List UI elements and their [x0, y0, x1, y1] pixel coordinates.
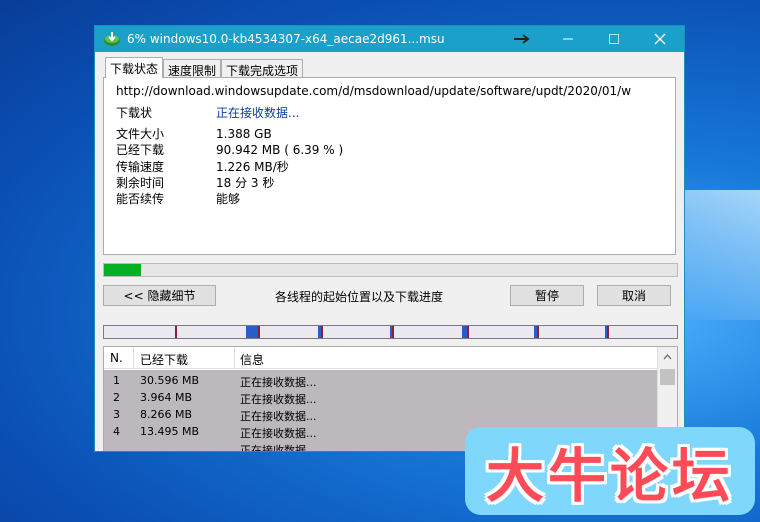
tab-download-status[interactable]: 下载状态: [105, 57, 164, 78]
chevron-up-icon: [663, 354, 672, 360]
speed-label: 传输速度: [116, 160, 165, 174]
maximize-icon: [609, 34, 619, 44]
resume-label: 能否续传: [116, 192, 165, 206]
close-icon: [654, 33, 666, 45]
row-number: 3: [113, 408, 120, 421]
remaining-row: 剩余时间 18 分 3 秒: [116, 174, 274, 191]
row-number: 2: [113, 391, 120, 404]
status-label: 下载状: [116, 106, 153, 120]
close-button[interactable]: [637, 26, 683, 52]
file-size-row: 文件大小 1.388 GB: [116, 125, 272, 142]
speed-row: 传输速度 1.226 MB/秒: [116, 158, 289, 175]
column-separator[interactable]: [234, 347, 235, 369]
downloaded-row: 已经下载 90.942 MB ( 6.39 % ): [116, 141, 343, 158]
table-row[interactable]: 3 8.266 MB 正在接收数据...: [104, 406, 657, 423]
column-header-n[interactable]: N.: [110, 351, 123, 365]
resume-value: 能够: [216, 192, 241, 206]
downloaded-label: 已经下载: [116, 143, 165, 157]
segment-divider: [467, 326, 469, 338]
column-separator[interactable]: [133, 347, 134, 369]
thread-progress-caption: 各线程的起始位置以及下载进度: [275, 290, 444, 304]
status-panel: http://download.windowsupdate.com/d/msdo…: [103, 77, 676, 255]
minimize-icon: [563, 38, 573, 40]
status-value: 正在接收数据...: [216, 106, 300, 120]
segment-divider: [258, 326, 260, 338]
row-info: 正在接收数据...: [240, 444, 317, 452]
file-size-label: 文件大小: [116, 127, 165, 141]
row-number: 4: [113, 425, 120, 438]
download-progress-bar: [103, 263, 678, 277]
scroll-up-button[interactable]: [658, 347, 677, 367]
segment-divider: [321, 326, 323, 338]
resume-row: 能否续传 能够: [116, 190, 240, 207]
row-downloaded: 3.964 MB: [140, 391, 193, 404]
idm-download-icon: [104, 32, 120, 46]
segment-divider: [175, 326, 177, 338]
tab-completion-options[interactable]: 下载完成选项: [221, 59, 304, 78]
row-info: 正在接收数据...: [240, 393, 317, 406]
title-bar[interactable]: 6% windows10.0-kb4534307-x64_aecae2d961.…: [95, 26, 684, 52]
row-downloaded: 13.495 MB: [140, 425, 200, 438]
table-row[interactable]: 2 3.964 MB 正在接收数据...: [104, 389, 657, 406]
row-info: 正在接收数据...: [240, 376, 317, 389]
remaining-label: 剩余时间: [116, 176, 165, 190]
segment-divider: [607, 326, 609, 338]
download-url: http://download.windowsupdate.com/d/msdo…: [116, 84, 631, 98]
hide-details-button[interactable]: << 隐藏细节: [103, 285, 216, 306]
column-header-info[interactable]: 信息: [240, 351, 264, 368]
column-header-downloaded[interactable]: 已经下载: [140, 351, 188, 368]
row-downloaded: 8.266 MB: [140, 408, 193, 421]
minimize-button[interactable]: [545, 26, 591, 52]
scrollbar-thumb[interactable]: [660, 369, 675, 385]
maximize-button[interactable]: [591, 26, 637, 52]
cancel-button[interactable]: 取消: [597, 285, 671, 306]
remaining-value: 18 分 3 秒: [216, 176, 275, 190]
pause-button[interactable]: 暂停: [510, 285, 584, 306]
row-downloaded: 30.596 MB: [140, 374, 200, 387]
table-row[interactable]: 1 30.596 MB 正在接收数据...: [104, 372, 657, 389]
forum-watermark: 大牛论坛: [465, 427, 755, 515]
watermark-text: 大牛论坛: [485, 442, 734, 510]
speed-value: 1.226 MB/秒: [216, 160, 289, 174]
progress-fill: [104, 264, 141, 276]
tab-speed-limit[interactable]: 速度限制: [163, 59, 222, 78]
file-size-value: 1.388 GB: [216, 127, 272, 141]
arrow-right-icon: [514, 34, 530, 44]
row-info: 正在接收数据...: [240, 410, 317, 423]
row-info: 正在接收数据...: [240, 427, 317, 440]
segment-divider: [537, 326, 539, 338]
status-row: 下载状 正在接收数据...: [116, 104, 299, 121]
tab-bar: 下载状态 速度限制 下载完成选项: [105, 57, 304, 78]
thread-list-header: N. 已经下载 信息: [104, 347, 657, 369]
segment-progress: [246, 326, 258, 338]
row-number: 1: [113, 374, 120, 387]
window-title: 6% windows10.0-kb4534307-x64_aecae2d961.…: [127, 32, 445, 46]
thread-segments-bar: [103, 325, 678, 339]
download-progress-window: 6% windows10.0-kb4534307-x64_aecae2d961.…: [94, 25, 685, 452]
downloaded-value: 90.942 MB ( 6.39 % ): [216, 143, 344, 157]
segment-divider: [392, 326, 394, 338]
